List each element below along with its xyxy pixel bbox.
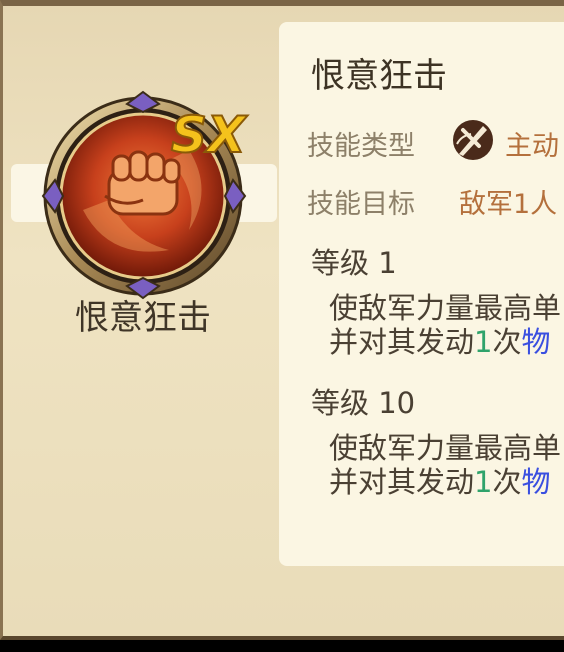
skill-type-row: 技能类型 (307, 124, 415, 163)
skill-grade-badge: SX (171, 106, 248, 164)
level-1-desc-line1: 使敌军力量最高单 (329, 291, 562, 325)
level-10-desc-line2: 并对其发动1次物 (329, 465, 551, 499)
hit-count: 1 (474, 465, 493, 499)
skill-target-value: 敌军1人 (459, 189, 558, 220)
skill-target-row: 技能目标 (307, 182, 415, 221)
damage-type: 物 (521, 465, 551, 499)
skill-title: 恨意狂击 (311, 56, 447, 96)
skill-type-value: 主动 (505, 131, 559, 162)
skill-info-panel: SX 恨意狂击 恨意狂击 技能类型 主动 技能目标 敌军1人 等级 1 使敌军力… (0, 0, 564, 640)
level-10-desc-line1: 使敌军力量最高单 (329, 431, 562, 465)
hit-count: 1 (474, 325, 493, 359)
skill-type-label: 技能类型 (307, 131, 415, 162)
level-1-desc-line2: 并对其发动1次物 (329, 325, 551, 359)
crossed-swords-icon (453, 120, 493, 160)
skill-name-label: 恨意狂击 (75, 298, 211, 338)
skill-detail-card: 恨意狂击 技能类型 主动 技能目标 敌军1人 等级 1 使敌军力量最高单 并对其… (279, 22, 564, 566)
level-1-label: 等级 1 (311, 246, 397, 280)
bottom-bar (0, 640, 564, 652)
skill-target-label: 技能目标 (307, 189, 415, 220)
fist-icon[interactable]: SX (39, 90, 251, 300)
damage-type: 物 (521, 325, 551, 359)
level-10-label: 等级 10 (311, 386, 416, 420)
